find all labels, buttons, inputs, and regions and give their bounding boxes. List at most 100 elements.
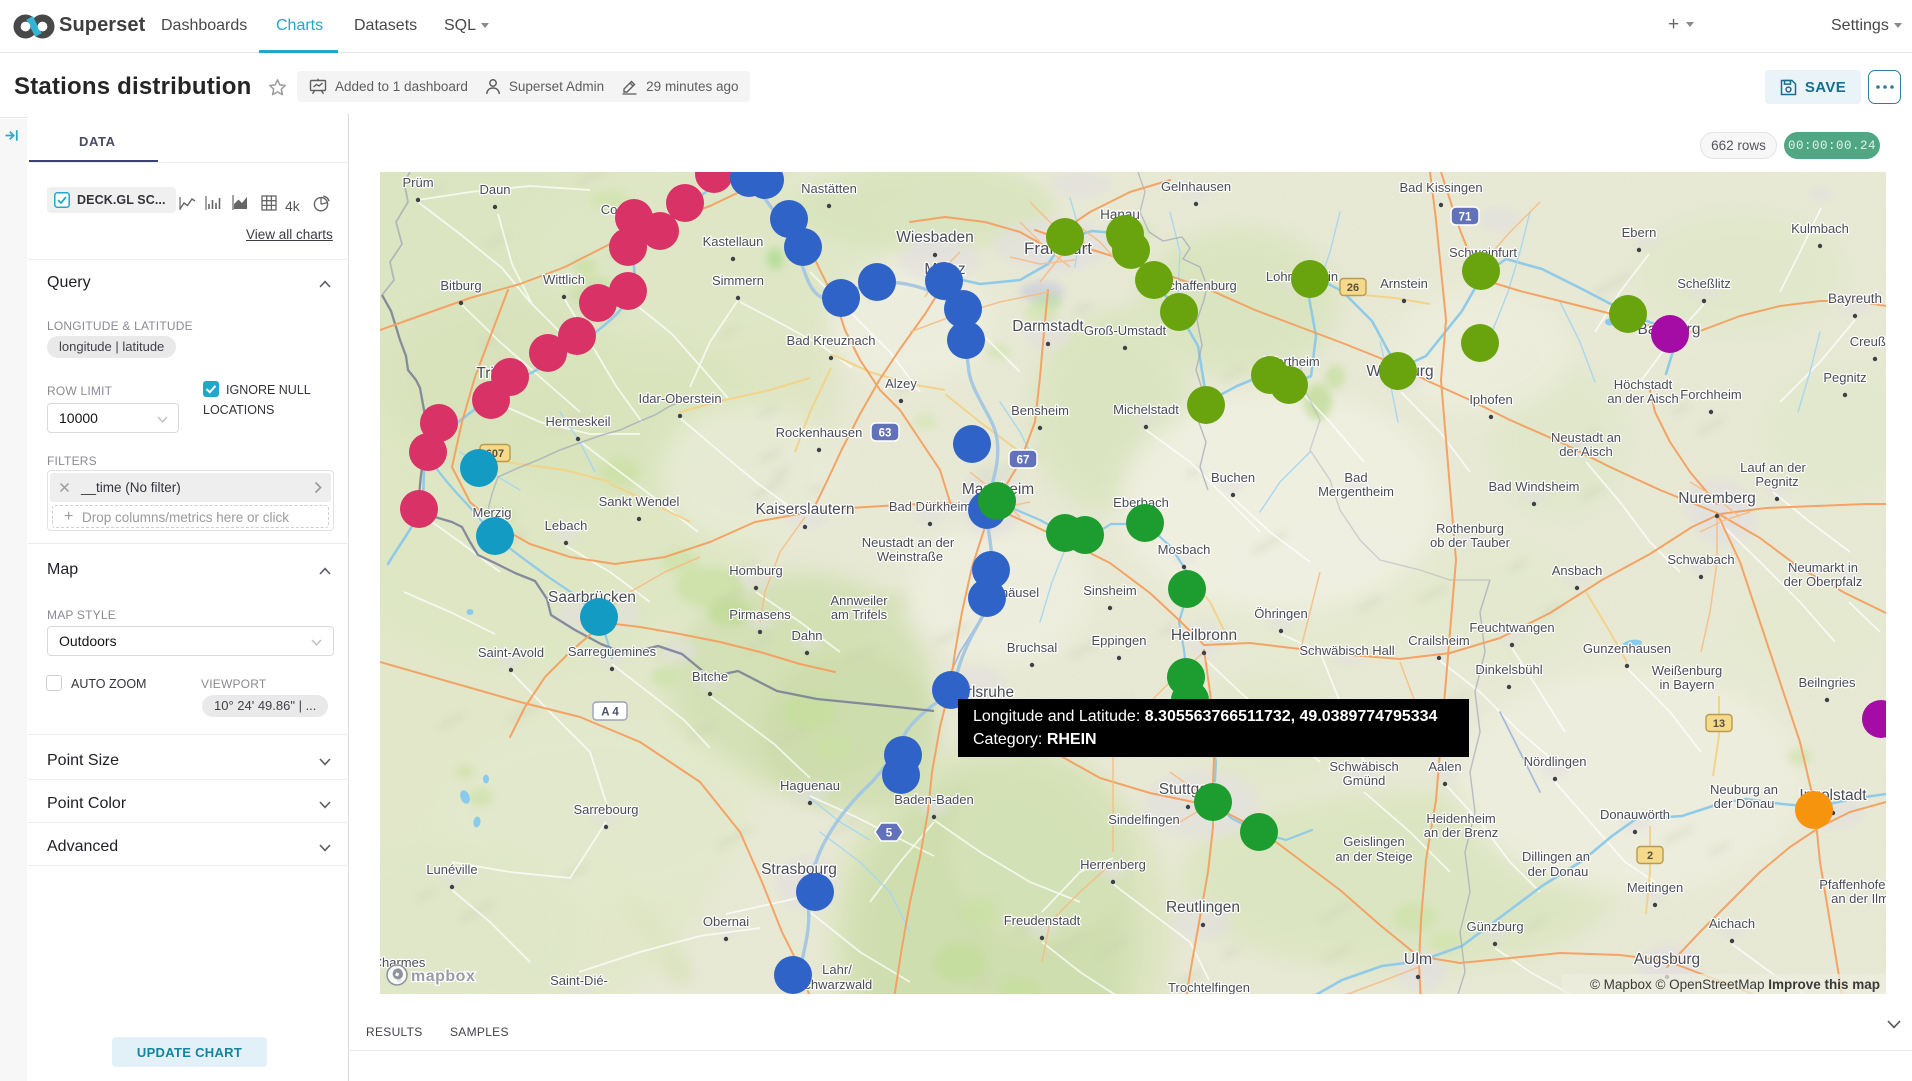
svg-text:Rockenhausen: Rockenhausen [776, 425, 863, 440]
svg-text:Reutlingen: Reutlingen [1166, 899, 1240, 916]
svg-text:Feuchtwangen: Feuchtwangen [1469, 620, 1554, 635]
svg-text:Herrenberg: Herrenberg [1080, 857, 1146, 872]
svg-text:Neuburg an: Neuburg an [1710, 782, 1778, 797]
svg-text:häusel: häusel [1001, 585, 1039, 600]
svg-text:Prüm: Prüm [402, 175, 433, 190]
svg-text:an der Aisch: an der Aisch [1607, 391, 1679, 406]
svg-text:Bad Windsheim: Bad Windsheim [1488, 479, 1579, 494]
svg-text:Scheßlitz: Scheßlitz [1677, 276, 1730, 291]
svg-text:Neustadt an der: Neustadt an der [862, 535, 955, 550]
svg-text:Dinkelsbühl: Dinkelsbühl [1475, 662, 1542, 677]
svg-text:Nastätten: Nastätten [801, 181, 857, 196]
svg-text:Neustadt an: Neustadt an [1551, 430, 1621, 445]
svg-text:Gelnhausen: Gelnhausen [1161, 179, 1231, 194]
svg-text:Crailsheim: Crailsheim [1408, 633, 1469, 648]
svg-text:Obernai: Obernai [703, 914, 749, 929]
svg-text:Bad Kissingen: Bad Kissingen [1399, 180, 1482, 195]
svg-text:Pegnitz: Pegnitz [1755, 474, 1798, 489]
svg-text:Ansbach: Ansbach [1552, 563, 1603, 578]
svg-text:Aalen: Aalen [1428, 759, 1461, 774]
svg-text:Heidenheim: Heidenheim [1426, 811, 1495, 826]
svg-text:© Mapbox © OpenStreetMap Impro: © Mapbox © OpenStreetMap Improve this ma… [1590, 977, 1880, 992]
svg-text:Rothenburg: Rothenburg [1436, 521, 1504, 536]
svg-text:Sinsheim: Sinsheim [1083, 583, 1136, 598]
svg-text:Lunéville: Lunéville [426, 862, 477, 877]
svg-text:Sankt Wendel: Sankt Wendel [599, 494, 680, 509]
svg-text:Bitburg: Bitburg [440, 278, 481, 293]
svg-text:Gmünd: Gmünd [1343, 773, 1386, 788]
svg-text:Schwabach: Schwabach [1667, 552, 1734, 567]
svg-text:Longitude and Latitude: 8.3055: Longitude and Latitude: 8.30556376651173… [973, 708, 1438, 725]
svg-text:Dahn: Dahn [791, 628, 822, 643]
svg-text:63: 63 [879, 428, 892, 440]
svg-text:Trochtelfingen: Trochtelfingen [1168, 980, 1250, 994]
svg-text:Creußen: Creußen [1850, 334, 1886, 349]
svg-text:Haguenau: Haguenau [780, 778, 840, 793]
svg-text:Bensheim: Bensheim [1011, 403, 1069, 418]
svg-text:der Oberpfalz: der Oberpfalz [1784, 574, 1863, 589]
svg-text:Lauf an der: Lauf an der [1740, 460, 1806, 475]
svg-text:Iphofen: Iphofen [1469, 392, 1512, 407]
svg-text:Pfaffenhofen: Pfaffenhofen [1819, 877, 1886, 892]
svg-text:Bad Dürkheim: Bad Dürkheim [889, 499, 971, 514]
svg-text:Saint-Dié-: Saint-Dié- [550, 973, 608, 988]
svg-text:Bad Kreuznach: Bad Kreuznach [787, 333, 876, 348]
svg-text:Kastellaun: Kastellaun [703, 234, 764, 249]
svg-text:Hermeskeil: Hermeskeil [545, 414, 610, 429]
svg-text:Groß-Umstadt: Groß-Umstadt [1084, 323, 1167, 338]
svg-text:mapbox: mapbox [411, 968, 475, 985]
svg-text:Pirmasens: Pirmasens [729, 607, 791, 622]
svg-text:Eppingen: Eppingen [1092, 633, 1147, 648]
svg-text:A 4: A 4 [601, 707, 619, 719]
svg-text:Beilngries: Beilngries [1798, 675, 1856, 690]
svg-text:Daun: Daun [479, 182, 510, 197]
svg-text:Weißenburg: Weißenburg [1652, 663, 1723, 678]
svg-text:Mergentheim: Mergentheim [1318, 484, 1394, 499]
svg-text:Sarreguemines: Sarreguemines [568, 644, 657, 659]
svg-text:Category: RHEIN: Category: RHEIN [973, 731, 1097, 748]
svg-text:ob der Tauber: ob der Tauber [1430, 535, 1511, 550]
svg-text:Heilbronn: Heilbronn [1171, 627, 1237, 644]
svg-text:Freudenstadt: Freudenstadt [1004, 913, 1081, 928]
svg-text:an der Brenz: an der Brenz [1424, 825, 1498, 840]
svg-text:der Aisch: der Aisch [1559, 444, 1612, 459]
svg-text:2: 2 [1647, 850, 1653, 862]
svg-text:13: 13 [1713, 718, 1725, 730]
svg-text:Neumarkt in: Neumarkt in [1788, 560, 1858, 575]
svg-text:Schwäbisch: Schwäbisch [1329, 759, 1398, 774]
svg-text:Strasbourg: Strasbourg [761, 861, 837, 878]
svg-text:Meitingen: Meitingen [1627, 880, 1683, 895]
svg-text:Dillingen an: Dillingen an [1522, 849, 1590, 864]
svg-text:Öhringen: Öhringen [1254, 606, 1307, 621]
svg-text:Höchstadt: Höchstadt [1614, 377, 1673, 392]
svg-text:Homburg: Homburg [729, 563, 782, 578]
svg-text:Wiesbaden: Wiesbaden [896, 229, 974, 246]
svg-text:Donauwörth: Donauwörth [1600, 807, 1670, 822]
svg-text:71: 71 [1459, 212, 1472, 224]
svg-text:am Trifels: am Trifels [831, 607, 888, 622]
svg-text:Ebern: Ebern [1622, 225, 1657, 240]
svg-text:an der Ilm: an der Ilm [1831, 891, 1886, 906]
svg-text:Bayreuth: Bayreuth [1828, 291, 1882, 306]
svg-text:Sarrebourg: Sarrebourg [573, 802, 638, 817]
svg-text:Günzburg: Günzburg [1466, 919, 1523, 934]
svg-text:Michelstadt: Michelstadt [1113, 402, 1179, 417]
svg-text:Ulm: Ulm [1404, 951, 1432, 968]
svg-text:Pegnitz: Pegnitz [1823, 370, 1866, 385]
svg-text:5: 5 [886, 828, 893, 840]
svg-text:Kulmbach: Kulmbach [1791, 221, 1849, 236]
svg-text:Mosbach: Mosbach [1158, 542, 1211, 557]
svg-text:Kaiserslautern: Kaiserslautern [755, 501, 854, 518]
svg-text:in Bayern: in Bayern [1660, 677, 1715, 692]
svg-text:Schwäbisch Hall: Schwäbisch Hall [1299, 643, 1394, 658]
svg-text:Geislingen: Geislingen [1343, 834, 1404, 849]
svg-text:Darmstadt: Darmstadt [1012, 318, 1084, 335]
svg-text:67: 67 [1017, 455, 1030, 467]
svg-text:Baden-Baden: Baden-Baden [894, 792, 974, 807]
svg-text:Lahr/: Lahr/ [822, 962, 852, 977]
svg-text:Nuremberg: Nuremberg [1678, 490, 1756, 507]
svg-text:Saint-Avold: Saint-Avold [478, 645, 544, 660]
svg-text:Aichach: Aichach [1709, 916, 1755, 931]
svg-text:der Donau: der Donau [1528, 864, 1589, 879]
svg-text:Forchheim: Forchheim [1680, 387, 1741, 402]
